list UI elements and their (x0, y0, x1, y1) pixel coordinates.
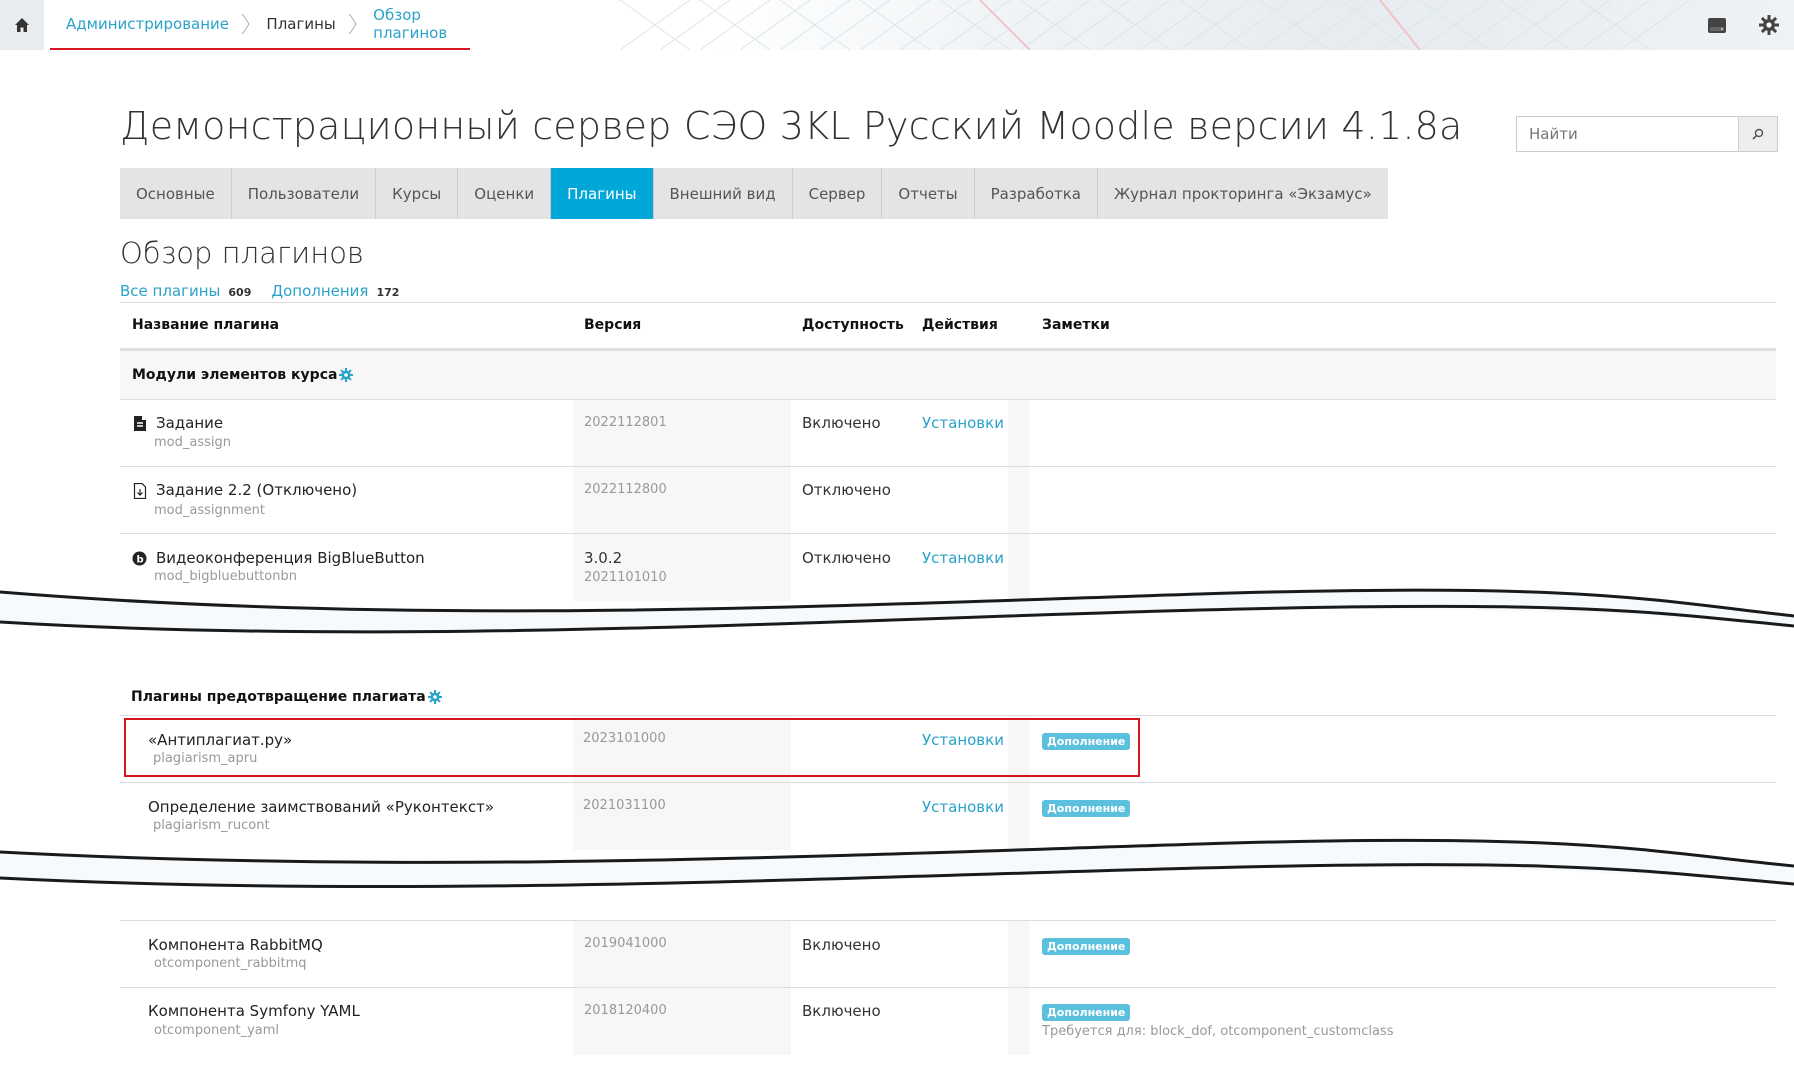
section-break-divider (0, 588, 1794, 634)
tab-grades[interactable]: Оценки (458, 168, 552, 219)
category-settings-icon[interactable] (427, 690, 442, 704)
plugin-version: 2021031100 (583, 798, 666, 813)
category-title: Модули элементов курса (132, 367, 338, 383)
tab-proctoring-log[interactable]: Журнал прокторинга «Экзамус» (1098, 168, 1388, 219)
top-navbar: Администрирование Плагины Обзор плагинов (0, 0, 1794, 50)
tab-users[interactable]: Пользователи (231, 168, 377, 219)
filter-all-plugins-link[interactable]: Все плагины (120, 282, 220, 300)
plugin-settings-link[interactable]: Установки (922, 798, 1004, 816)
column-header-notes[interactable]: Заметки (1042, 317, 1110, 333)
category-title: Плагины предотвращение плагиата (131, 689, 426, 705)
category-row: Модули элементов курса (120, 350, 1776, 400)
breadcrumb-item-admin[interactable]: Администрирование (50, 1, 241, 47)
plugin-name: Определение заимствований «Руконтекст» (148, 798, 495, 816)
addon-badge: Дополнение (1042, 938, 1131, 955)
table-row: Задание 2.2 (Отключено) mod_assignment 2… (120, 466, 1776, 534)
category-settings-icon[interactable] (339, 368, 354, 382)
table-row: Компонента Symfony YAML otcomponent_yaml… (120, 987, 1776, 1055)
breadcrumb: Администрирование Плагины Обзор плагинов (50, 0, 470, 50)
plugin-name: Компонента Symfony YAML (148, 1002, 360, 1020)
tab-courses[interactable]: Курсы (376, 168, 459, 219)
plugin-availability: Включено (802, 936, 881, 954)
plugin-filters: Все плагины 609 Дополнения 172 (120, 282, 419, 300)
plugin-name: Задание 2.2 (Отключено) (156, 481, 358, 499)
tab-reports[interactable]: Отчеты (882, 168, 975, 219)
home-button[interactable] (0, 0, 44, 50)
table-row: Компонента RabbitMQ otcomponent_rabbitmq… (120, 920, 1776, 988)
drive-icon[interactable] (1706, 14, 1728, 36)
page-heading: Обзор плагинов (120, 236, 364, 270)
plugin-component: otcomponent_rabbitmq (154, 956, 307, 971)
breadcrumb-separator-icon (242, 13, 250, 35)
tab-general[interactable]: Основные (120, 168, 232, 219)
tab-server[interactable]: Сервер (792, 168, 883, 219)
site-title: Демонстрационный сервер СЭО 3KL Русский … (120, 104, 1463, 148)
assignment-icon (134, 416, 146, 431)
search-icon (1752, 128, 1764, 140)
plugin-name: Компонента RabbitMQ (148, 936, 323, 954)
plugin-component: plagiarism_rucont (153, 818, 270, 833)
plugin-version: 2022112800 (584, 482, 667, 497)
addon-badge: Дополнение (1042, 800, 1131, 817)
tab-appearance[interactable]: Внешний вид (653, 168, 793, 219)
table-header: Название плагина Версия Доступность Дейс… (120, 302, 1776, 350)
search-button[interactable] (1738, 117, 1777, 151)
settings-gear-icon[interactable] (1758, 14, 1780, 36)
plugin-settings-link[interactable]: Установки (922, 549, 1004, 567)
plugin-release: 3.0.2 (584, 549, 623, 567)
filter-addons-count: 172 (376, 286, 400, 299)
table-row: Задание mod_assign 2022112801 Включено У… (120, 399, 1776, 467)
search-box (1516, 116, 1778, 152)
plugin-dependency-note: Требуется для: block_dof, otcomponent_cu… (1042, 1024, 1394, 1039)
tab-development[interactable]: Разработка (974, 168, 1098, 219)
plugin-version: 2021101010 (584, 570, 667, 585)
column-header-actions[interactable]: Действия (922, 317, 998, 333)
filter-addons-link[interactable]: Дополнения (271, 282, 368, 300)
filter-all-count: 609 (228, 286, 252, 299)
column-header-name[interactable]: Название плагина (132, 317, 279, 333)
section-break-divider (0, 838, 1794, 889)
highlight-frame (124, 718, 1140, 777)
plugin-name: Видеоконференция BigBlueButton (156, 549, 425, 567)
assignment-legacy-icon (133, 483, 147, 499)
plugin-availability: Включено (802, 1002, 881, 1020)
breadcrumb-item-plugins[interactable]: Плагины (250, 1, 347, 47)
plugin-component: otcomponent_yaml (154, 1023, 280, 1038)
plugin-name: Задание (156, 414, 224, 432)
plugin-version: 2018120400 (584, 1003, 667, 1018)
plugin-availability: Включено (802, 414, 881, 432)
plugin-component: mod_assignment (154, 503, 265, 518)
admin-tabs: Основные Пользователи Курсы Оценки Плаги… (120, 168, 1388, 219)
plugin-component: mod_assign (154, 435, 231, 450)
bigbluebutton-icon: b (132, 551, 147, 566)
home-icon (15, 18, 29, 32)
column-header-availability[interactable]: Доступность (802, 317, 904, 333)
plugin-version: 2022112801 (584, 415, 667, 430)
tab-plugins[interactable]: Плагины (551, 168, 654, 219)
svg-text:b: b (137, 555, 144, 566)
addon-badge: Дополнение (1042, 1004, 1131, 1021)
plugins-table: Название плагина Версия Доступность Дейс… (120, 302, 1776, 1055)
breadcrumb-separator-icon (348, 13, 357, 35)
plugin-availability: Отключено (802, 481, 891, 499)
plugin-version: 2019041000 (584, 936, 667, 951)
column-header-version[interactable]: Версия (584, 317, 641, 333)
plugin-availability: Отключено (802, 549, 891, 567)
plugin-settings-link[interactable]: Установки (922, 414, 1004, 432)
breadcrumb-item-plugins-overview[interactable]: Обзор плагинов (357, 1, 470, 47)
search-input[interactable] (1517, 117, 1738, 151)
plugin-component: mod_bigbluebuttonbn (154, 569, 297, 584)
category-row: Плагины предотвращение плагиата (120, 667, 1776, 715)
